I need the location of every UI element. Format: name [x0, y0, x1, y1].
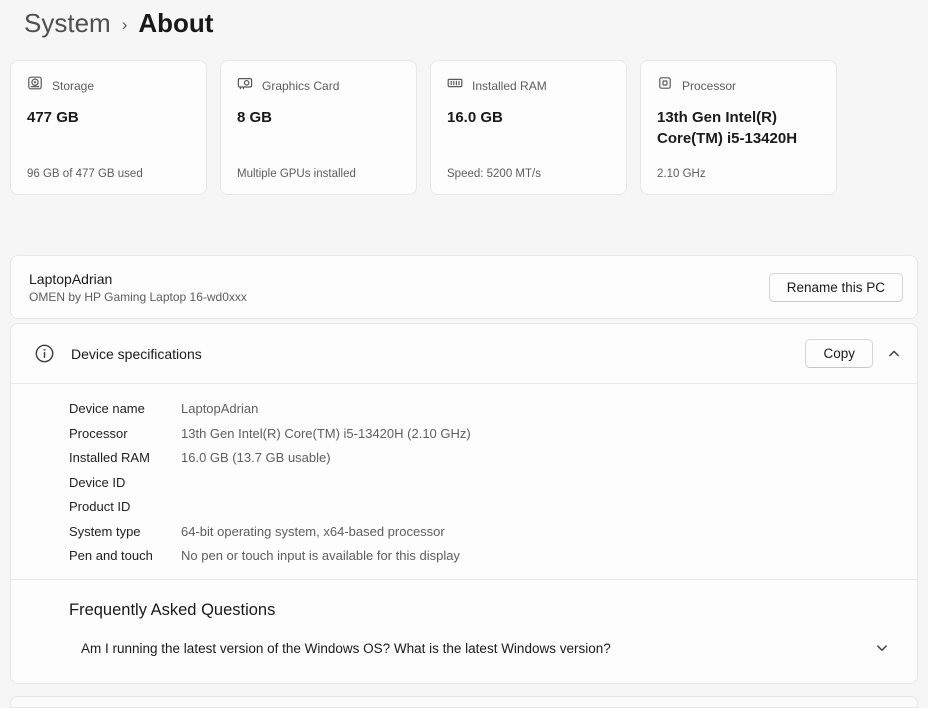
faq-section: Frequently Asked Questions Am I running … [11, 578, 917, 683]
page-title: About [138, 8, 214, 38]
spec-row-device-id: Device ID [69, 471, 917, 496]
copy-button[interactable]: Copy [805, 339, 873, 368]
installed-ram-card: Installed RAM 16.0 GB Speed: 5200 MT/s [430, 60, 627, 195]
device-specifications-header[interactable]: Device specifications Copy [11, 324, 917, 384]
processor-card-value: 13th Gen Intel(R) Core(TM) i5-13420H [657, 109, 798, 147]
cpu-icon [657, 75, 673, 96]
spec-row-installed-ram: Installed RAM 16.0 GB (13.7 GB usable) [69, 446, 917, 471]
ram-icon [447, 75, 463, 96]
storage-icon [27, 75, 43, 96]
spec-label: Installed RAM [69, 450, 150, 465]
spec-row-processor: Processor 13th Gen Intel(R) Core(TM) i5-… [69, 422, 917, 447]
rename-pc-button[interactable]: Rename this PC [768, 272, 903, 302]
installed-ram-value: 16.0 GB [447, 109, 503, 126]
device-identity: LaptopAdrian OMEN by HP Gaming Laptop 16… [29, 271, 247, 304]
system-about-page: System › About Storage 477 GB 96 GB of 4… [0, 0, 928, 708]
device-name: LaptopAdrian [29, 270, 113, 287]
processor-card: Processor 13th Gen Intel(R) Core(TM) i5-… [640, 60, 837, 195]
faq-title: Frequently Asked Questions [69, 600, 276, 619]
spec-table: Device name LaptopAdrian Processor 13th … [11, 384, 917, 579]
spec-label: Product ID [69, 499, 131, 514]
spec-row-product-id: Product ID [69, 495, 917, 520]
spec-value: 13th Gen Intel(R) Core(TM) i5-13420H (2.… [181, 425, 471, 441]
info-icon [35, 344, 54, 363]
faq-question-row[interactable]: Am I running the latest version of the W… [69, 641, 901, 656]
spec-value: 64-bit operating system, x64-based proce… [181, 523, 445, 539]
next-section-card-partial [10, 696, 918, 708]
processor-card-caption: 2.10 GHz [657, 168, 706, 180]
device-specifications-title: Device specifications [71, 345, 202, 362]
graphics-card-caption: Multiple GPUs installed [237, 168, 356, 180]
gpu-icon [237, 75, 253, 96]
spec-value: 16.0 GB (13.7 GB usable) [181, 450, 331, 465]
storage-card-label: Storage [52, 78, 95, 93]
device-model: OMEN by HP Gaming Laptop 16-wd0xxx [29, 289, 247, 304]
graphics-card-card: Graphics Card 8 GB Multiple GPUs install… [220, 60, 417, 195]
spec-row-system-type: System type 64-bit operating system, x64… [69, 520, 917, 545]
processor-card-label: Processor [682, 78, 737, 93]
graphics-card-value: 8 GB [237, 109, 273, 126]
breadcrumb-system[interactable]: System [24, 8, 111, 39]
faq-question-text: Am I running the latest version of the W… [81, 640, 611, 656]
storage-card-caption: 96 GB of 477 GB used [27, 168, 143, 180]
spec-row-pen-and-touch: Pen and touch No pen or touch input is a… [69, 544, 917, 569]
spec-value: No pen or touch input is available for t… [181, 548, 460, 563]
spec-row-device-name: Device name LaptopAdrian [69, 397, 917, 422]
storage-card-value: 477 GB [27, 109, 79, 126]
chevron-down-icon[interactable] [875, 641, 889, 655]
spec-value: LaptopAdrian [181, 401, 259, 416]
spec-label: Pen and touch [69, 548, 153, 563]
storage-card: Storage 477 GB 96 GB of 477 GB used [10, 60, 207, 195]
spec-label: Device ID [69, 474, 126, 490]
summary-cards-row: Storage 477 GB 96 GB of 477 GB used Grap… [10, 60, 918, 195]
device-name-card: LaptopAdrian OMEN by HP Gaming Laptop 16… [10, 255, 918, 319]
spec-label: Device name [69, 401, 145, 416]
graphics-card-label: Graphics Card [262, 78, 340, 93]
device-specifications-card: Device specifications Copy Device name L… [10, 323, 918, 684]
spec-label: System type [69, 523, 141, 539]
spec-label: Processor [69, 425, 128, 441]
installed-ram-caption: Speed: 5200 MT/s [447, 168, 541, 180]
breadcrumb-separator-icon: › [121, 15, 128, 34]
installed-ram-label: Installed RAM [472, 78, 547, 93]
chevron-up-icon[interactable] [887, 347, 901, 361]
breadcrumb: System › About [0, 0, 928, 50]
